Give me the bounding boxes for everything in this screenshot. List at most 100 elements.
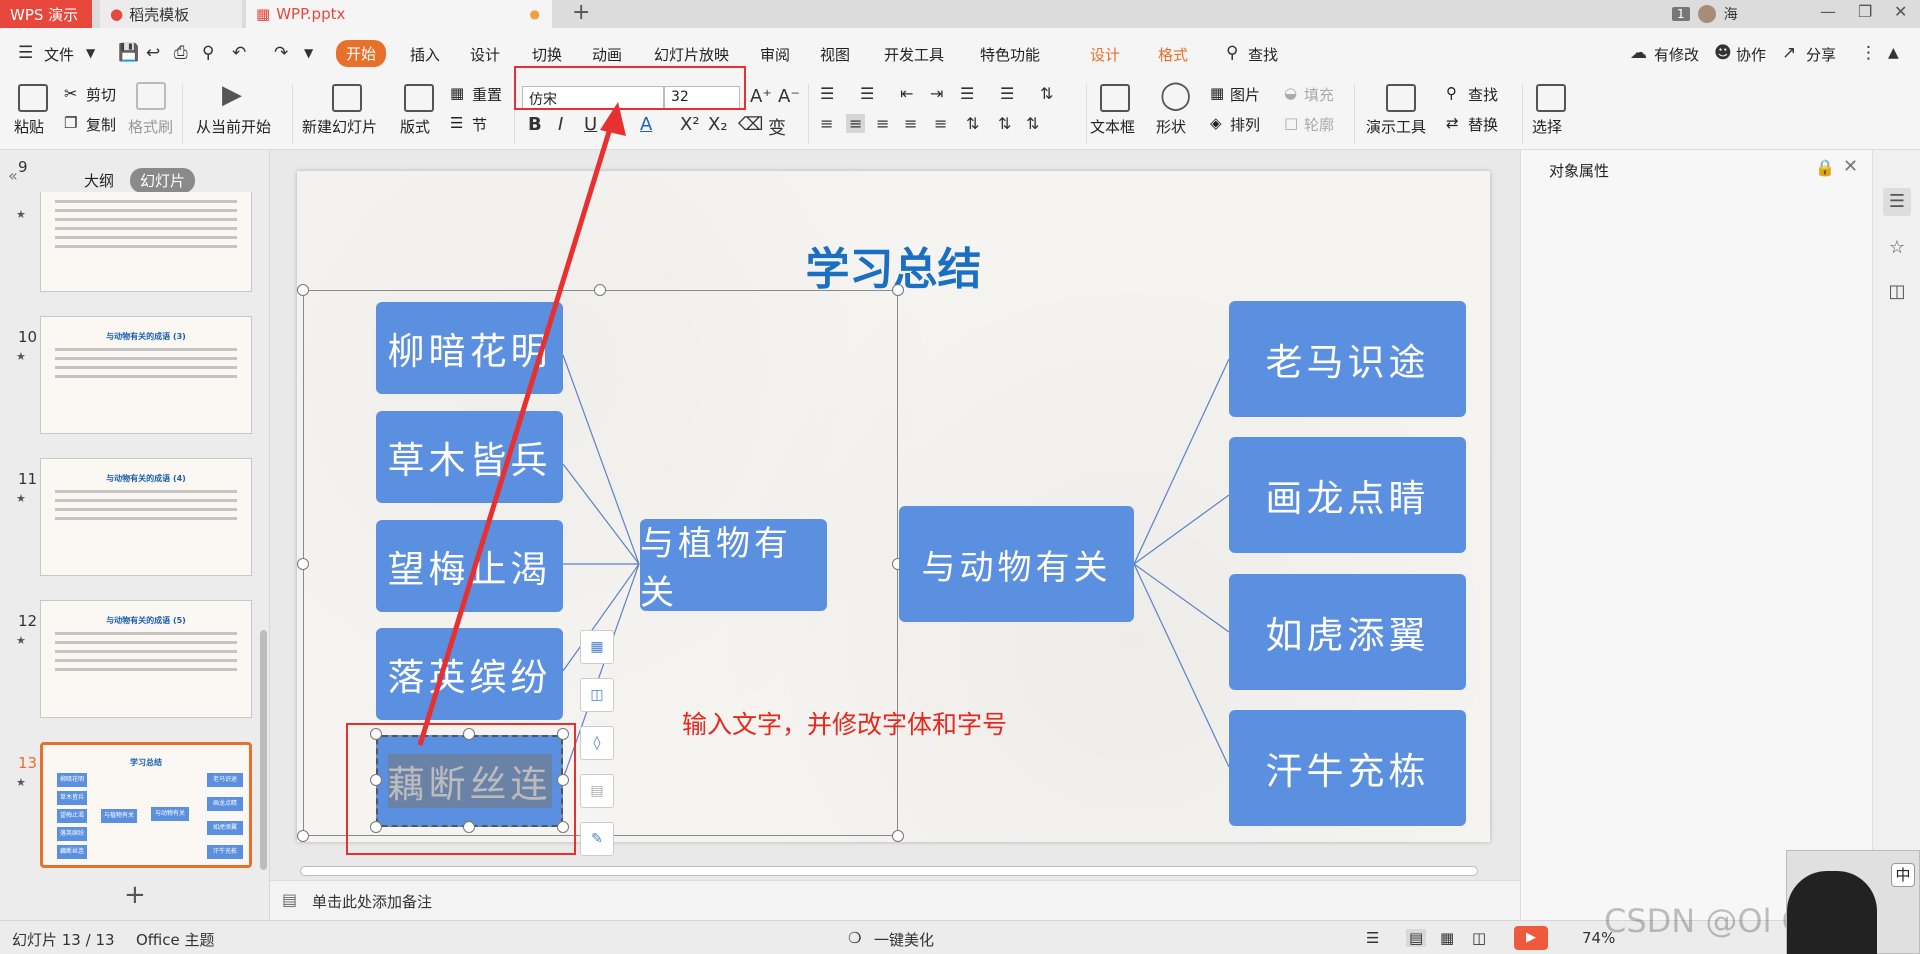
resize-handle[interactable] <box>557 774 569 786</box>
outline-button[interactable]: 轮廓 <box>1304 114 1334 135</box>
resize-handle[interactable] <box>892 284 904 296</box>
tab-developer[interactable]: 开发工具 <box>884 44 944 65</box>
node-right-4[interactable]: 汗牛充栋 <box>1229 710 1466 826</box>
notes-placeholder[interactable]: 单击此处添加备注 <box>312 891 432 912</box>
slide-thumbnail-11[interactable]: 与动物有关的成语 (4) <box>40 458 252 576</box>
tab-wps-presentation[interactable]: WPS 演示 <box>0 0 92 28</box>
close-icon[interactable]: ✕ <box>1894 2 1907 21</box>
collaborate-button[interactable]: 协作 <box>1736 44 1766 65</box>
share-link-icon[interactable]: ↩ <box>146 43 160 63</box>
node-right-1[interactable]: 老马识途 <box>1229 301 1466 417</box>
new-slide-button[interactable]: 新建幻灯片 <box>302 116 377 137</box>
picture-button[interactable]: 图片 <box>1230 84 1260 105</box>
add-node-icon[interactable]: ▦ <box>580 630 614 664</box>
tab-animation[interactable]: 动画 <box>592 44 622 65</box>
reset-icon[interactable]: ▦ <box>450 84 464 102</box>
slide-thumbnail-12[interactable]: 与动物有关的成语 (5) <box>40 600 252 718</box>
animation-icon[interactable]: ☆ <box>1883 234 1911 262</box>
reading-view-icon[interactable]: ◫ <box>1472 929 1486 947</box>
modified-status[interactable]: 有修改 <box>1654 44 1699 65</box>
strikethrough-icon[interactable]: S <box>612 114 623 135</box>
resize-handle[interactable] <box>463 821 475 833</box>
find-icon[interactable]: ⚲ <box>1446 84 1457 102</box>
section-button[interactable]: 节 <box>472 114 487 135</box>
fill-icon[interactable]: ◒ <box>1284 84 1297 102</box>
collapse-panel-icon[interactable]: « <box>8 166 18 185</box>
line-spacing-icon[interactable]: ⇅ <box>966 114 979 133</box>
picture-icon[interactable]: ▦ <box>1210 84 1224 102</box>
presentation-tools-button[interactable]: 演示工具 <box>1366 116 1426 137</box>
slide-thumbnail-9[interactable] <box>40 192 252 292</box>
text-pane-icon[interactable]: ▤ <box>580 774 614 808</box>
bullet-list-icon[interactable]: ☰ <box>820 84 834 103</box>
superscript-icon[interactable]: X² <box>680 114 700 135</box>
canvas-h-scrollbar[interactable] <box>300 866 1478 876</box>
smartart-style-icon[interactable]: ◊ <box>580 726 614 760</box>
tab-format[interactable]: 格式 <box>1158 44 1188 65</box>
menu-file[interactable]: 文件 <box>44 44 74 65</box>
sorter-view-icon[interactable]: ▦ <box>1440 929 1454 947</box>
restore-icon[interactable]: ❐ <box>1858 2 1872 21</box>
reset-button[interactable]: 重置 <box>472 84 502 105</box>
print-preview-icon[interactable]: ⚲ <box>202 43 214 63</box>
notes-bar[interactable]: ▤ 单击此处添加备注 <box>270 880 1520 920</box>
italic-icon[interactable]: I <box>558 114 563 135</box>
comment-icon[interactable]: ◫ <box>1883 278 1911 306</box>
align-left-icon[interactable]: ≡ <box>820 114 833 133</box>
section-icon[interactable]: ☰ <box>450 114 463 132</box>
increase-indent-icon[interactable]: ⇥ <box>930 84 943 103</box>
menu-find[interactable]: 查找 <box>1248 44 1278 65</box>
node-animals[interactable]: 与动物有关 <box>899 506 1134 622</box>
select-button[interactable]: 选择 <box>1532 116 1562 137</box>
change-layout-icon[interactable]: ◫ <box>580 678 614 712</box>
slide[interactable]: 学习总结 柳暗花明 草木皆兵 望梅止渴 落英缤纷 藕断丝连 与植物有关 与动物有… <box>297 171 1490 856</box>
char-transform-icon[interactable]: 变 <box>768 114 786 140</box>
print-icon[interactable]: ⎙ <box>174 43 188 63</box>
layout-icon[interactable] <box>404 84 434 112</box>
ime-mode-indicator[interactable]: 中 <box>1891 863 1915 887</box>
notes-toggle-icon[interactable]: ☰ <box>1366 929 1379 947</box>
paragraph-spacing-icon[interactable]: ⇅ <box>998 114 1011 133</box>
object-properties-title[interactable]: 对象属性 <box>1549 160 1609 181</box>
select-icon[interactable] <box>1536 84 1566 112</box>
undo-icon[interactable]: ↶ <box>232 43 246 63</box>
arrange-button[interactable]: 排列 <box>1230 114 1260 135</box>
avatar[interactable] <box>1697 5 1716 23</box>
tab-home[interactable]: 开始 <box>336 40 387 67</box>
node-left-1[interactable]: 柳暗花明 <box>376 302 563 394</box>
tab-slides[interactable]: 幻灯片 <box>130 168 196 193</box>
node-plants[interactable]: 与植物有关 <box>640 519 827 613</box>
fill-button[interactable]: 填充 <box>1304 84 1334 105</box>
tab-slideshow[interactable]: 幻灯片放映 <box>654 44 729 65</box>
tab-shape-design[interactable]: 设计 <box>1090 44 1120 65</box>
numbered-list-icon[interactable]: ☰ <box>860 84 874 103</box>
from-current-button[interactable]: 从当前开始 <box>196 116 271 137</box>
columns-icon[interactable]: ☰ <box>960 84 974 103</box>
play-from-current-icon[interactable]: ▶︎ <box>222 80 242 110</box>
collapse-ribbon-icon[interactable]: ▲ <box>1888 45 1899 61</box>
tab-features[interactable]: 特色功能 <box>980 44 1040 65</box>
outline-icon[interactable]: □ <box>1284 114 1298 132</box>
format-painter-icon[interactable] <box>136 82 166 110</box>
paste-icon[interactable] <box>18 84 48 112</box>
underline-icon[interactable]: U <box>584 114 597 135</box>
arrange-icon[interactable]: ◈ <box>1210 114 1222 132</box>
redo-icon[interactable]: ↷ <box>274 43 288 63</box>
format-painter-button[interactable]: 格式刷 <box>128 116 173 137</box>
resize-handle[interactable] <box>463 728 475 740</box>
resize-handle[interactable] <box>370 774 382 786</box>
text-direction-icon[interactable]: ⇅ <box>1040 84 1053 103</box>
layout-button[interactable]: 版式 <box>400 116 430 137</box>
copy-icon[interactable]: ❐ <box>64 114 77 132</box>
user-name[interactable]: 海 <box>1724 4 1738 24</box>
resize-handle[interactable] <box>297 558 309 570</box>
minimize-icon[interactable]: — <box>1820 2 1836 21</box>
subscript-icon[interactable]: X₂ <box>708 114 728 135</box>
shape-button[interactable]: 形状 <box>1156 116 1186 137</box>
beautify-icon[interactable]: ❍ <box>848 929 861 947</box>
hamburger-icon[interactable]: ☰ <box>18 43 33 63</box>
cut-button[interactable]: 剪切 <box>86 84 116 105</box>
slide-thumbnail-10[interactable]: 与动物有关的成语 (3) <box>40 316 252 434</box>
tab-docer-template[interactable]: ● 稻壳模板 <box>100 0 242 28</box>
resize-handle[interactable] <box>370 728 382 740</box>
